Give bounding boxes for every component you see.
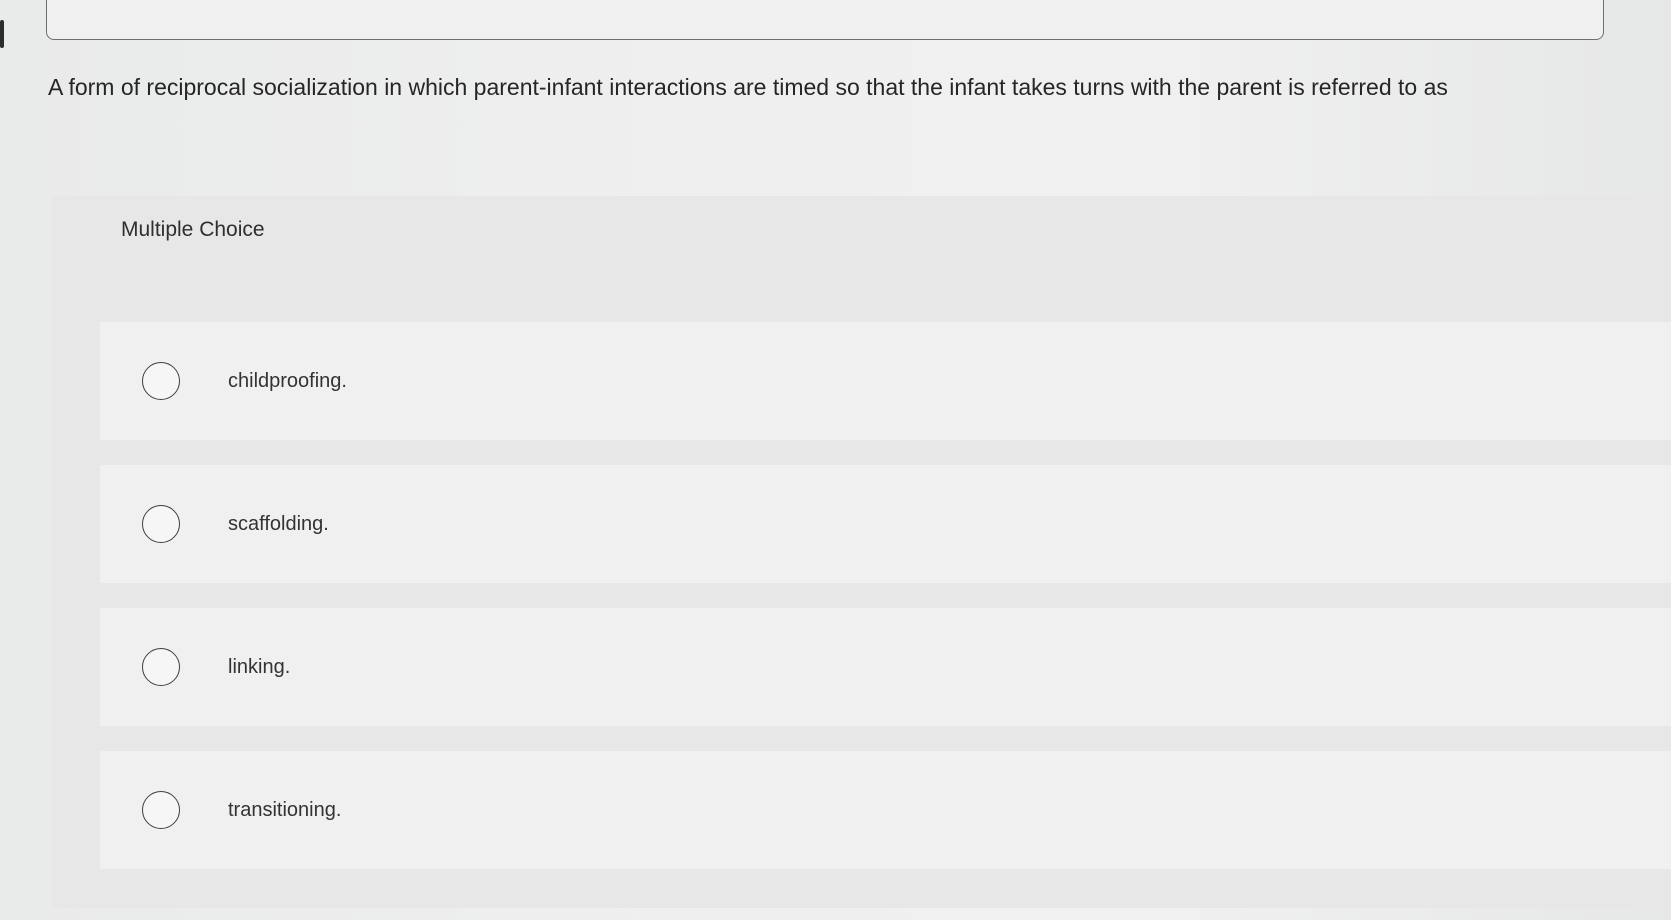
- choice-option-childproofing[interactable]: childproofing.: [100, 322, 1671, 440]
- multiple-choice-title: Multiple Choice: [121, 218, 265, 241]
- radio-button-icon[interactable]: [142, 791, 180, 829]
- choice-label: transitioning.: [228, 798, 342, 821]
- radio-button-icon[interactable]: [142, 362, 180, 400]
- choice-option-transitioning[interactable]: transitioning.: [100, 751, 1671, 869]
- answer-input-box[interactable]: [46, 0, 1604, 40]
- choice-label: linking.: [228, 655, 291, 678]
- choice-label: scaffolding.: [228, 512, 329, 535]
- choice-option-scaffolding[interactable]: scaffolding.: [100, 465, 1671, 583]
- choice-label: childproofing.: [228, 369, 347, 392]
- window-edge-marker: [0, 20, 4, 48]
- question-text: A form of reciprocal socialization in wh…: [48, 74, 1448, 100]
- radio-button-icon[interactable]: [142, 648, 180, 686]
- choice-option-linking[interactable]: linking.: [100, 608, 1671, 726]
- radio-button-icon[interactable]: [142, 505, 180, 543]
